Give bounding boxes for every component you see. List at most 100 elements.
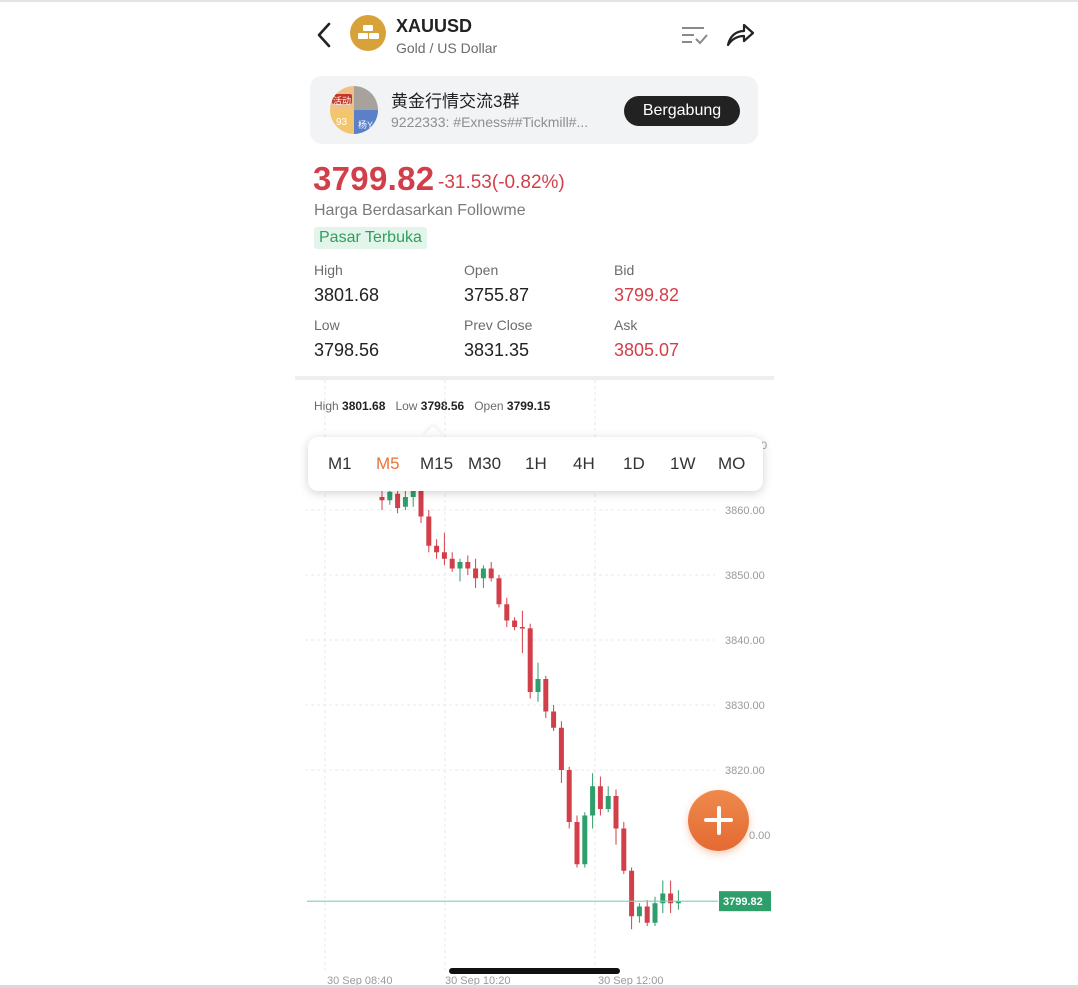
x-tick-label: 30 Sep 10:20 <box>445 975 510 985</box>
x-tick-label: 30 Sep 12:00 <box>598 975 663 985</box>
candle <box>434 539 440 559</box>
candle-body <box>449 558 455 569</box>
candle-body <box>480 568 486 579</box>
share-icon <box>726 23 755 47</box>
candle <box>535 662 541 702</box>
stat-value-bid: 3799.82 <box>614 285 680 305</box>
candle-body <box>379 497 385 501</box>
timeframe-option-m1[interactable]: M1 <box>328 437 352 491</box>
stat-value-low: 3798.56 <box>314 340 380 360</box>
candle-body <box>402 497 408 507</box>
market-status-badge: Pasar Terbuka <box>314 227 427 249</box>
timeframe-option-m15[interactable]: M15 <box>420 437 453 491</box>
current-price-label: 3799.82 <box>723 896 763 908</box>
candle <box>504 597 510 627</box>
candle-body <box>582 815 588 865</box>
avatar-text-1: 活动 <box>333 96 352 106</box>
candle-body <box>605 796 611 809</box>
candle <box>605 786 611 813</box>
candle-body <box>558 727 564 770</box>
y-tick-label: 3820.00 <box>725 765 765 777</box>
candle <box>457 558 463 582</box>
candle <box>488 562 494 582</box>
group-description: 9222333: #Exness##Tickmill#... <box>391 114 589 130</box>
list-button[interactable] <box>678 19 710 51</box>
stat-label-prev-close: Prev Close <box>464 317 533 333</box>
candle <box>558 721 564 783</box>
candle-body <box>457 562 463 569</box>
list-check-icon <box>682 27 708 45</box>
candle <box>566 766 572 829</box>
candle-body <box>387 491 393 501</box>
timeframe-option-1d[interactable]: 1D <box>623 437 645 491</box>
candle <box>543 675 549 718</box>
symbol-name: Gold / US Dollar <box>396 40 498 56</box>
timeframe-option-4h[interactable]: 4H <box>573 437 595 491</box>
candle <box>519 610 525 653</box>
timeframe-option-1h[interactable]: 1H <box>525 437 547 491</box>
candle <box>441 532 447 566</box>
candle-body <box>488 568 494 579</box>
candle <box>473 558 479 588</box>
symbol-title: XAUUSD <box>396 16 473 36</box>
gold-coin-logo <box>350 15 386 51</box>
candle-body <box>613 796 619 829</box>
candle <box>551 705 557 731</box>
timeframe-option-m30[interactable]: M30 <box>468 437 501 491</box>
stat-value-open: 3755.87 <box>464 285 530 305</box>
join-group-button[interactable]: Bergabung <box>624 96 740 126</box>
y-tick-label: 3840.00 <box>725 635 765 647</box>
candle <box>660 880 666 913</box>
candle <box>597 776 603 816</box>
candle <box>402 490 408 510</box>
timeframe-option-mo[interactable]: MO <box>718 437 745 491</box>
candle-body <box>441 552 447 559</box>
candle <box>480 565 486 588</box>
candle-body <box>644 906 650 923</box>
candle <box>465 555 471 575</box>
candle-body <box>504 604 510 621</box>
candle-body <box>636 906 642 917</box>
candle-body <box>629 870 635 917</box>
chart-overlay: 3799.82 <box>307 891 771 912</box>
price-change: -31.53(-0.82%) <box>438 172 565 193</box>
y-tick-label: 3860.00 <box>725 505 765 517</box>
candle-body <box>668 893 674 904</box>
candle-body <box>566 770 572 822</box>
avatar-text-2: 93 <box>336 117 348 128</box>
y-tick-label: 3850.00 <box>725 570 765 582</box>
stat-label-ask: Ask <box>614 317 638 333</box>
x-tick-label: 30 Sep 08:40 <box>327 975 392 985</box>
candle-body <box>473 568 479 579</box>
candle-body <box>590 786 596 816</box>
candle <box>527 623 533 699</box>
gold-bars-icon <box>358 25 379 39</box>
candle <box>449 552 455 572</box>
chevron-left-icon <box>317 22 331 48</box>
back-button[interactable] <box>312 18 338 52</box>
timeframe-popup: M1 M5 M15 M30 1H 4H 1D 1W MO <box>308 437 763 491</box>
home-indicator <box>449 968 620 974</box>
candle <box>496 575 502 608</box>
share-button[interactable] <box>724 18 756 50</box>
timeframe-option-1w[interactable]: 1W <box>670 437 696 491</box>
stat-label-bid: Bid <box>614 262 635 278</box>
add-button[interactable] <box>688 790 749 851</box>
candle-body <box>535 679 541 692</box>
candle <box>590 773 596 829</box>
candle <box>574 815 580 868</box>
top-border <box>0 0 1078 2</box>
candle <box>668 880 674 913</box>
last-price: 3799.82 <box>313 160 435 197</box>
candle-body <box>597 786 603 809</box>
candle <box>621 822 627 874</box>
timeframe-option-m5[interactable]: M5 <box>376 437 400 491</box>
candle-body <box>543 679 549 712</box>
candle-body <box>418 490 424 517</box>
y-tick-label-partial: 0.00 <box>749 830 770 842</box>
candle <box>636 903 642 923</box>
candle-body <box>496 578 502 605</box>
candle-body <box>660 893 666 904</box>
avatar-text-3: 杨Y <box>358 120 374 130</box>
y-tick-label: 3830.00 <box>725 700 765 712</box>
